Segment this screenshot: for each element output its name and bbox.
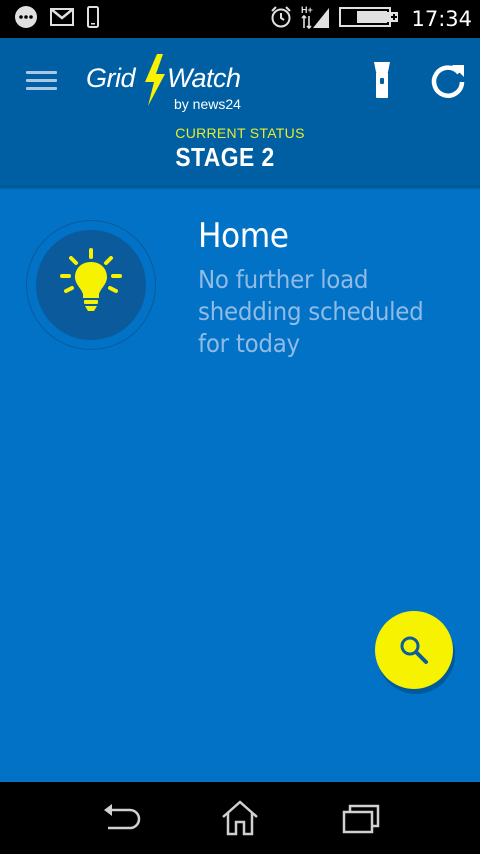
menu-icon-bar <box>26 79 57 82</box>
network-type-label: H+ <box>301 5 313 15</box>
menu-icon-bar <box>26 87 57 90</box>
chat-icon <box>14 5 38 34</box>
menu-icon <box>26 71 57 74</box>
area-name: Home <box>198 216 289 256</box>
refresh-icon <box>431 65 465 98</box>
lightbulb-icon <box>60 248 122 311</box>
current-status-label: CURRENT STATUS <box>175 125 305 141</box>
logo-word-watch: Watch <box>167 63 241 93</box>
search-fab-button[interactable] <box>375 611 453 689</box>
area-status-message: No further load shedding scheduled for t… <box>198 265 424 358</box>
app-bar-shadow <box>0 186 480 190</box>
lightning-bolt-icon <box>145 54 165 106</box>
notification-icons <box>14 5 100 34</box>
home-icon <box>222 800 258 836</box>
home-button[interactable] <box>218 800 262 836</box>
status-bar: H+ 17:34 <box>0 0 480 38</box>
system-icons: H+ 17:34 <box>269 0 472 38</box>
current-status-value: STAGE 2 <box>175 142 275 172</box>
logo-byline: by news24 <box>174 96 241 112</box>
refresh-button[interactable] <box>428 60 468 100</box>
recents-icon <box>342 804 380 834</box>
gridwatch-logo: Grid Watch by news24 <box>86 50 266 112</box>
battery-icon <box>339 6 399 33</box>
back-icon <box>104 804 141 830</box>
signal-icon: H+ <box>301 4 331 35</box>
alarm-icon <box>269 5 293 34</box>
logo-word-grid: Grid <box>86 63 136 93</box>
flashlight-icon <box>374 62 390 98</box>
recents-button[interactable] <box>338 800 382 836</box>
phone-icon <box>86 5 100 33</box>
navigation-bar <box>0 782 480 854</box>
app-bar: Grid Watch by news24 CURRENT STATUS STAG… <box>0 38 480 186</box>
search-icon <box>400 636 428 664</box>
menu-button[interactable] <box>22 64 62 96</box>
flashlight-button[interactable] <box>368 60 396 100</box>
back-button[interactable] <box>100 800 144 836</box>
clock: 17:34 <box>411 7 472 31</box>
gmail-icon <box>50 7 74 31</box>
screen: H+ 17:34 Grid Watch by news24 CURRENT ST… <box>0 0 480 854</box>
